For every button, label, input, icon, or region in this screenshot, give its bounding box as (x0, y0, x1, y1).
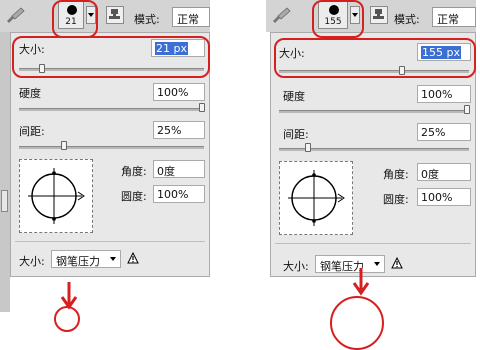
chevron-down-icon (374, 262, 380, 266)
red-arrow-icon (352, 268, 370, 296)
hardness-slider-thumb[interactable] (199, 103, 205, 112)
spacing-slider-thumb[interactable] (305, 143, 311, 152)
brush-angle-icon[interactable] (280, 162, 352, 234)
chevron-down-icon (110, 257, 116, 261)
hardness-field[interactable]: 100% (417, 85, 471, 103)
spacing-slider-track[interactable] (19, 146, 204, 149)
size-control-select[interactable]: 钢笔压力 (51, 250, 121, 268)
angle-field[interactable]: 0度 (417, 163, 471, 181)
brush-icon[interactable] (270, 6, 292, 24)
brush-angle-preview[interactable] (19, 159, 93, 233)
panel-edge (0, 32, 10, 312)
warning-icon (127, 252, 139, 264)
hardness-slider-track[interactable] (279, 110, 469, 113)
brush-size-highlight (312, 0, 364, 38)
side-toggle-button[interactable] (1, 190, 8, 212)
angle-label: 角度: (121, 165, 147, 178)
size-control-label: 大小: (19, 255, 45, 268)
brush-angle-preview[interactable] (279, 161, 353, 235)
spacing-slider-thumb[interactable] (61, 141, 67, 150)
brush-panel-right: 155 模式: 正常 大小: 155 px 硬度 100% 间距: 25% 角度… (266, 0, 476, 350)
options-toolbar: 21 模式: 正常 (0, 0, 210, 32)
hardness-label: 硬度 (283, 90, 305, 103)
options-toolbar: 155 模式: 正常 (266, 0, 476, 32)
hardness-slider-track[interactable] (19, 108, 204, 111)
spacing-label: 间距: (19, 125, 45, 138)
mode-select[interactable]: 正常 (432, 7, 476, 27)
spacing-field[interactable]: 25% (153, 121, 205, 139)
roundness-label: 圆度: (121, 190, 147, 203)
hardness-label: 硬度 (19, 87, 41, 100)
angle-label: 角度: (383, 168, 409, 181)
mode-label: 模式: (134, 13, 160, 26)
warning-icon (391, 257, 403, 269)
hardness-slider-thumb[interactable] (464, 105, 470, 114)
spacing-label: 间距: (283, 128, 309, 141)
hardness-field[interactable]: 100% (153, 83, 205, 101)
brush-stroke-circle (54, 306, 80, 332)
brush-panel-left: 21 模式: 正常 大小: 21 px 硬度 100% 间距: 25% 角度: … (0, 0, 210, 332)
spacing-field[interactable]: 25% (417, 123, 471, 141)
stamp-icon[interactable] (370, 6, 388, 24)
roundness-label: 圆度: (383, 193, 409, 206)
size-control-label: 大小: (283, 260, 309, 273)
brush-stroke-circle (330, 296, 384, 350)
section-divider (15, 241, 205, 242)
size-control-value: 钢笔压力 (56, 255, 100, 268)
size-slider-highlight (12, 36, 210, 78)
mode-select[interactable]: 正常 (172, 7, 210, 27)
brush-size-highlight (52, 0, 98, 38)
roundness-field[interactable]: 100% (417, 188, 471, 206)
mode-label: 模式: (394, 13, 420, 26)
brush-angle-icon[interactable] (20, 160, 92, 232)
stamp-icon[interactable] (106, 6, 124, 24)
angle-field[interactable]: 0度 (153, 160, 205, 178)
brush-icon[interactable] (4, 6, 26, 24)
roundness-field[interactable]: 100% (153, 185, 205, 203)
size-slider-highlight (274, 38, 476, 78)
section-divider (275, 243, 471, 244)
